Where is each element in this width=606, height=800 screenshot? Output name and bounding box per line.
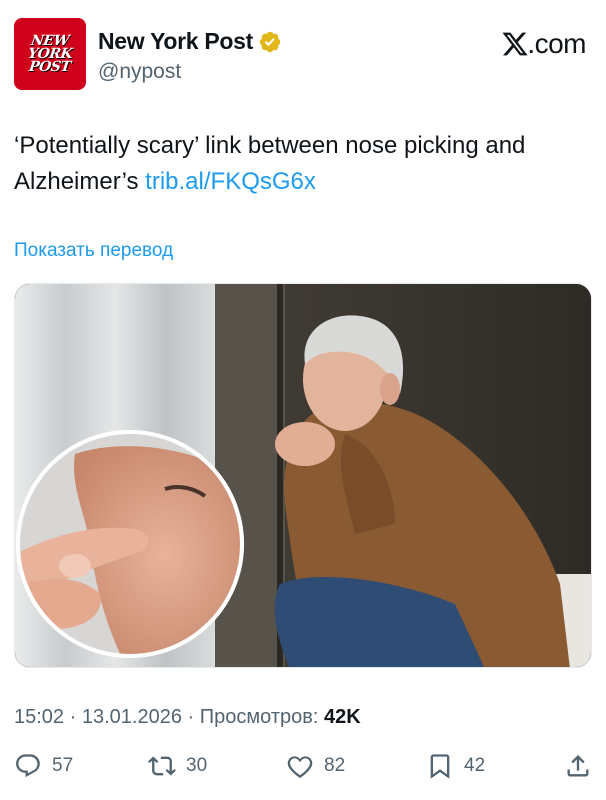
meta-separator-2: · bbox=[187, 706, 195, 728]
reply-icon bbox=[16, 754, 40, 778]
retweet-icon bbox=[148, 756, 176, 776]
author-handle[interactable]: @nypost bbox=[98, 60, 181, 84]
share-icon bbox=[567, 755, 589, 777]
tweet-actions: 57 30 82 42 bbox=[14, 752, 594, 792]
retweet-button[interactable]: 30 bbox=[148, 752, 207, 780]
tweet-media-image[interactable] bbox=[14, 283, 592, 668]
media-illustration bbox=[15, 284, 591, 667]
bookmark-button[interactable]: 42 bbox=[426, 752, 485, 780]
like-count: 82 bbox=[324, 755, 346, 776]
nypost-logo[interactable]: NEW YORK POST bbox=[14, 18, 86, 90]
tweet-time[interactable]: 15:02 bbox=[14, 706, 64, 728]
x-logo-icon bbox=[502, 32, 528, 56]
tweet-header: NEW YORK POST New York Post @nypost .com bbox=[14, 18, 586, 90]
share-button[interactable] bbox=[564, 752, 592, 780]
views-count: 42K bbox=[323, 706, 361, 728]
views-label: Просмотров: bbox=[199, 706, 319, 728]
x-com-brand: .com bbox=[501, 28, 586, 60]
retweet-count: 30 bbox=[186, 755, 208, 776]
meta-separator-1: · bbox=[69, 706, 77, 728]
heart-icon bbox=[287, 756, 313, 778]
tweet-text: ‘Potentially scary’ link between nose pi… bbox=[14, 128, 584, 200]
verified-badge-icon[interactable] bbox=[258, 30, 282, 54]
reply-button[interactable]: 57 bbox=[14, 752, 73, 780]
tweet-meta: 15:02 · 13.01.2026 · Просмотров: 42K bbox=[14, 706, 361, 729]
logo-line-3: POST bbox=[28, 58, 72, 75]
bookmark-count: 42 bbox=[464, 755, 486, 776]
reply-count: 57 bbox=[52, 755, 74, 776]
tweet-date[interactable]: 13.01.2026 bbox=[82, 706, 182, 728]
author-row: New York Post bbox=[98, 28, 282, 55]
show-translation-link[interactable]: Показать перевод bbox=[14, 240, 173, 262]
tweet-link[interactable]: trib.al/FKQsG6x bbox=[145, 168, 316, 195]
author-name[interactable]: New York Post bbox=[98, 28, 253, 55]
bookmark-icon bbox=[430, 754, 450, 779]
like-button[interactable]: 82 bbox=[286, 752, 345, 780]
brand-domain-text: .com bbox=[527, 28, 586, 59]
